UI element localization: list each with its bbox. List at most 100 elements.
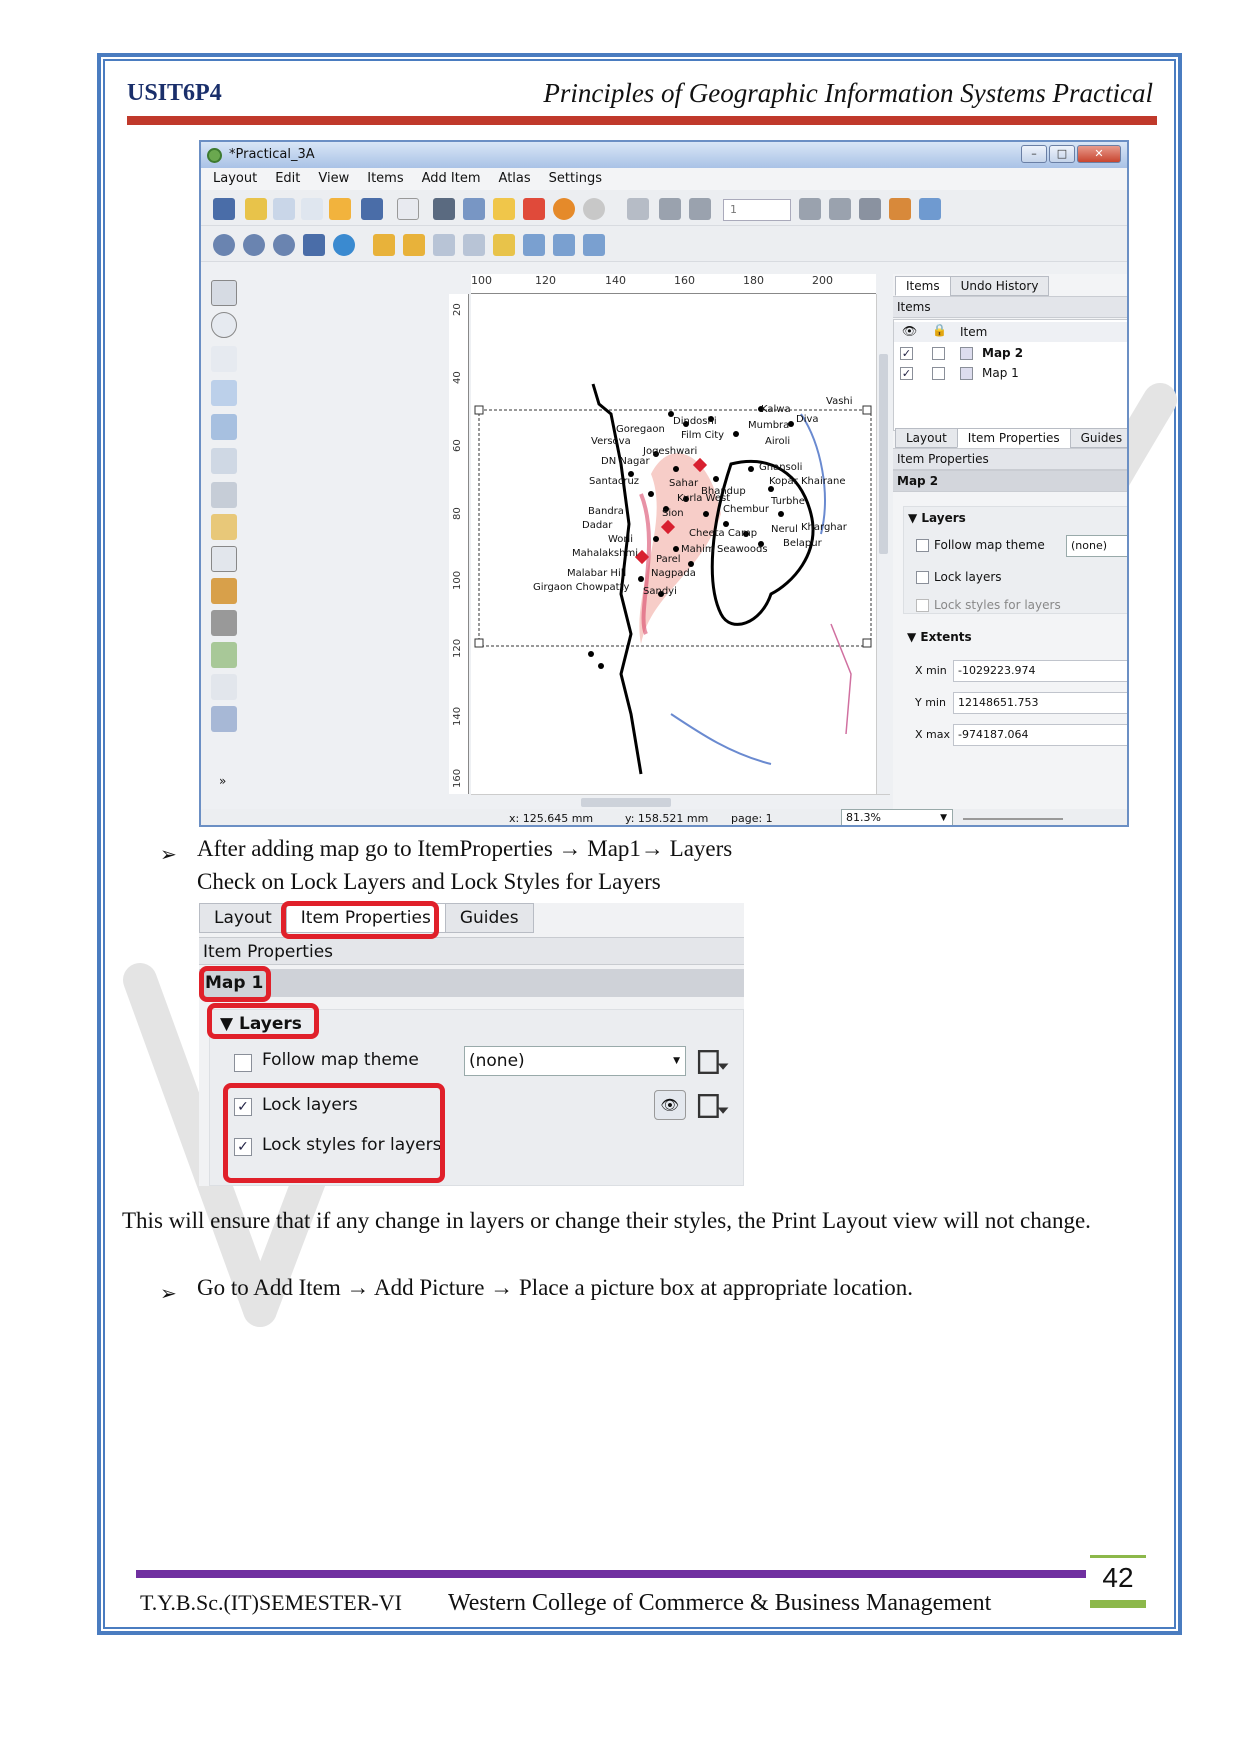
menu-atlas[interactable]: Atlas — [499, 168, 531, 190]
save-as-template-icon[interactable] — [361, 198, 383, 220]
list-item[interactable]: ✓ Map 2 — [894, 344, 1127, 364]
export-svg-icon[interactable] — [493, 198, 515, 220]
atlas-page-field[interactable]: 1 — [723, 199, 791, 221]
add-polygon-icon[interactable] — [211, 706, 237, 732]
minimize-icon[interactable]: – — [1021, 145, 1047, 163]
map-label: Nerul — [771, 524, 798, 535]
zoom-tab-layout[interactable]: Layout — [199, 903, 287, 933]
map-label: Bhandup — [701, 486, 746, 497]
add-label-icon[interactable] — [211, 546, 237, 572]
map-label: DN Nagar — [601, 456, 650, 467]
zoom-full-icon[interactable] — [303, 234, 325, 256]
menu-add-item[interactable]: Add Item — [422, 168, 481, 190]
add-3d-map-icon[interactable] — [211, 482, 237, 508]
tab-items[interactable]: Items — [895, 276, 951, 296]
save-icon[interactable] — [213, 198, 235, 220]
redo-icon[interactable] — [583, 198, 605, 220]
lock-styles-checkbox[interactable] — [916, 599, 929, 612]
tab-undo-history[interactable]: Undo History — [949, 276, 1050, 296]
tab-layout[interactable]: Layout — [895, 428, 958, 448]
list-item[interactable]: ✓ Map 1 — [894, 364, 1127, 384]
pan-hand-icon[interactable] — [211, 280, 237, 306]
menu-view[interactable]: View — [318, 168, 349, 190]
lock-checkbox[interactable] — [932, 367, 945, 380]
zoom-follow-theme-checkbox[interactable] — [234, 1054, 252, 1072]
add-scalebar-icon[interactable] — [211, 610, 237, 636]
add-shape-icon[interactable] — [211, 642, 237, 668]
zoom-in-icon[interactable] — [213, 234, 235, 256]
add-arrow-icon[interactable] — [211, 674, 237, 700]
export-atlas-icon[interactable] — [889, 198, 911, 220]
last-feature-icon[interactable] — [829, 198, 851, 220]
refresh-icon[interactable] — [333, 234, 355, 256]
status-bar: x: 125.645 mm y: 158.521 mm page: 1 81.3… — [201, 809, 1127, 825]
zoom-dropdown[interactable]: 81.3% — [841, 809, 953, 825]
map-label: Belapur — [783, 538, 823, 549]
tab-item-properties[interactable]: Item Properties — [956, 428, 1071, 448]
ungroup-icon[interactable] — [463, 234, 485, 256]
first-feature-icon[interactable] — [659, 198, 681, 220]
ruler-tick-label: 20 — [452, 303, 463, 316]
lock-checkbox[interactable] — [932, 347, 945, 360]
atlas-preview-icon[interactable] — [627, 198, 649, 220]
zoom-tab-guides[interactable]: Guides — [444, 903, 534, 933]
duplicate-icon[interactable] — [273, 198, 295, 220]
zoom-actual-icon[interactable] — [273, 234, 295, 256]
zoom-eye-preset-icon[interactable]: 👁 — [654, 1090, 686, 1120]
menu-layout[interactable]: Layout — [213, 168, 257, 190]
add-picture-icon[interactable] — [211, 514, 237, 540]
lock-items-icon[interactable] — [373, 234, 395, 256]
xmax-field[interactable]: -974187.064 — [953, 724, 1127, 746]
extents-group-header[interactable]: ▼ Extents — [907, 630, 972, 644]
resize-icon[interactable] — [583, 234, 605, 256]
menu-items[interactable]: Items — [367, 168, 403, 190]
layout-manager-icon[interactable] — [301, 198, 323, 220]
atlas-settings-icon[interactable] — [919, 198, 941, 220]
map-label: Santacruz — [589, 476, 639, 487]
data-defined-override-icon[interactable] — [696, 1092, 730, 1120]
follow-map-theme-checkbox[interactable] — [916, 539, 929, 552]
lock-layers-checkbox[interactable] — [916, 571, 929, 584]
group-icon[interactable] — [433, 234, 455, 256]
zoom-out-icon[interactable] — [243, 234, 265, 256]
previous-feature-icon[interactable] — [689, 198, 711, 220]
raise-icon[interactable] — [493, 234, 515, 256]
zoom-theme-dropdown[interactable]: (none) — [464, 1046, 686, 1076]
data-defined-override-icon[interactable] — [696, 1048, 730, 1076]
page-icon[interactable] — [397, 198, 419, 220]
map-theme-dropdown[interactable]: (none) — [1066, 535, 1127, 557]
align-icon[interactable] — [523, 234, 545, 256]
canvas-horizontal-scrollbar[interactable] — [471, 794, 890, 810]
zoom-tool-icon[interactable] — [211, 312, 237, 338]
add-legend-icon[interactable] — [211, 578, 237, 604]
new-layout-icon[interactable] — [245, 198, 267, 220]
layout-canvas[interactable]: Kalwa Diva Mumbra Airoli Ghansoli Kopar … — [471, 294, 876, 794]
layers-group-header[interactable]: ▼ Layers — [908, 511, 966, 525]
move-content-icon[interactable] — [211, 380, 237, 406]
add-map-icon[interactable] — [211, 448, 237, 474]
close-icon[interactable]: ✕ — [1077, 145, 1121, 163]
canvas-vertical-scrollbar[interactable] — [876, 294, 890, 794]
distribute-icon[interactable] — [553, 234, 575, 256]
menu-edit[interactable]: Edit — [275, 168, 300, 190]
ymin-field[interactable]: 12148651.753 — [953, 692, 1127, 714]
export-image-icon[interactable] — [463, 198, 485, 220]
unlock-items-icon[interactable] — [403, 234, 425, 256]
tab-guides[interactable]: Guides — [1069, 428, 1127, 448]
item-properties-zoom-screenshot: Layout Item Properties Guides Item Prope… — [199, 901, 744, 1186]
next-feature-icon[interactable] — [799, 198, 821, 220]
xmin-field[interactable]: -1029223.974 — [953, 660, 1127, 682]
more-tools-icon[interactable]: » — [219, 774, 226, 788]
zoom-slider[interactable] — [963, 818, 1063, 820]
select-move-icon[interactable] — [211, 346, 237, 372]
print-icon[interactable] — [433, 198, 455, 220]
print-atlas-icon[interactable] — [859, 198, 881, 220]
maximize-icon[interactable]: □ — [1049, 145, 1075, 163]
visibility-checkbox[interactable]: ✓ — [900, 347, 913, 360]
undo-icon[interactable] — [553, 198, 575, 220]
open-folder-icon[interactable] — [329, 198, 351, 220]
menu-settings[interactable]: Settings — [549, 168, 602, 190]
visibility-checkbox[interactable]: ✓ — [900, 367, 913, 380]
edit-nodes-icon[interactable] — [211, 414, 237, 440]
export-pdf-icon[interactable] — [523, 198, 545, 220]
